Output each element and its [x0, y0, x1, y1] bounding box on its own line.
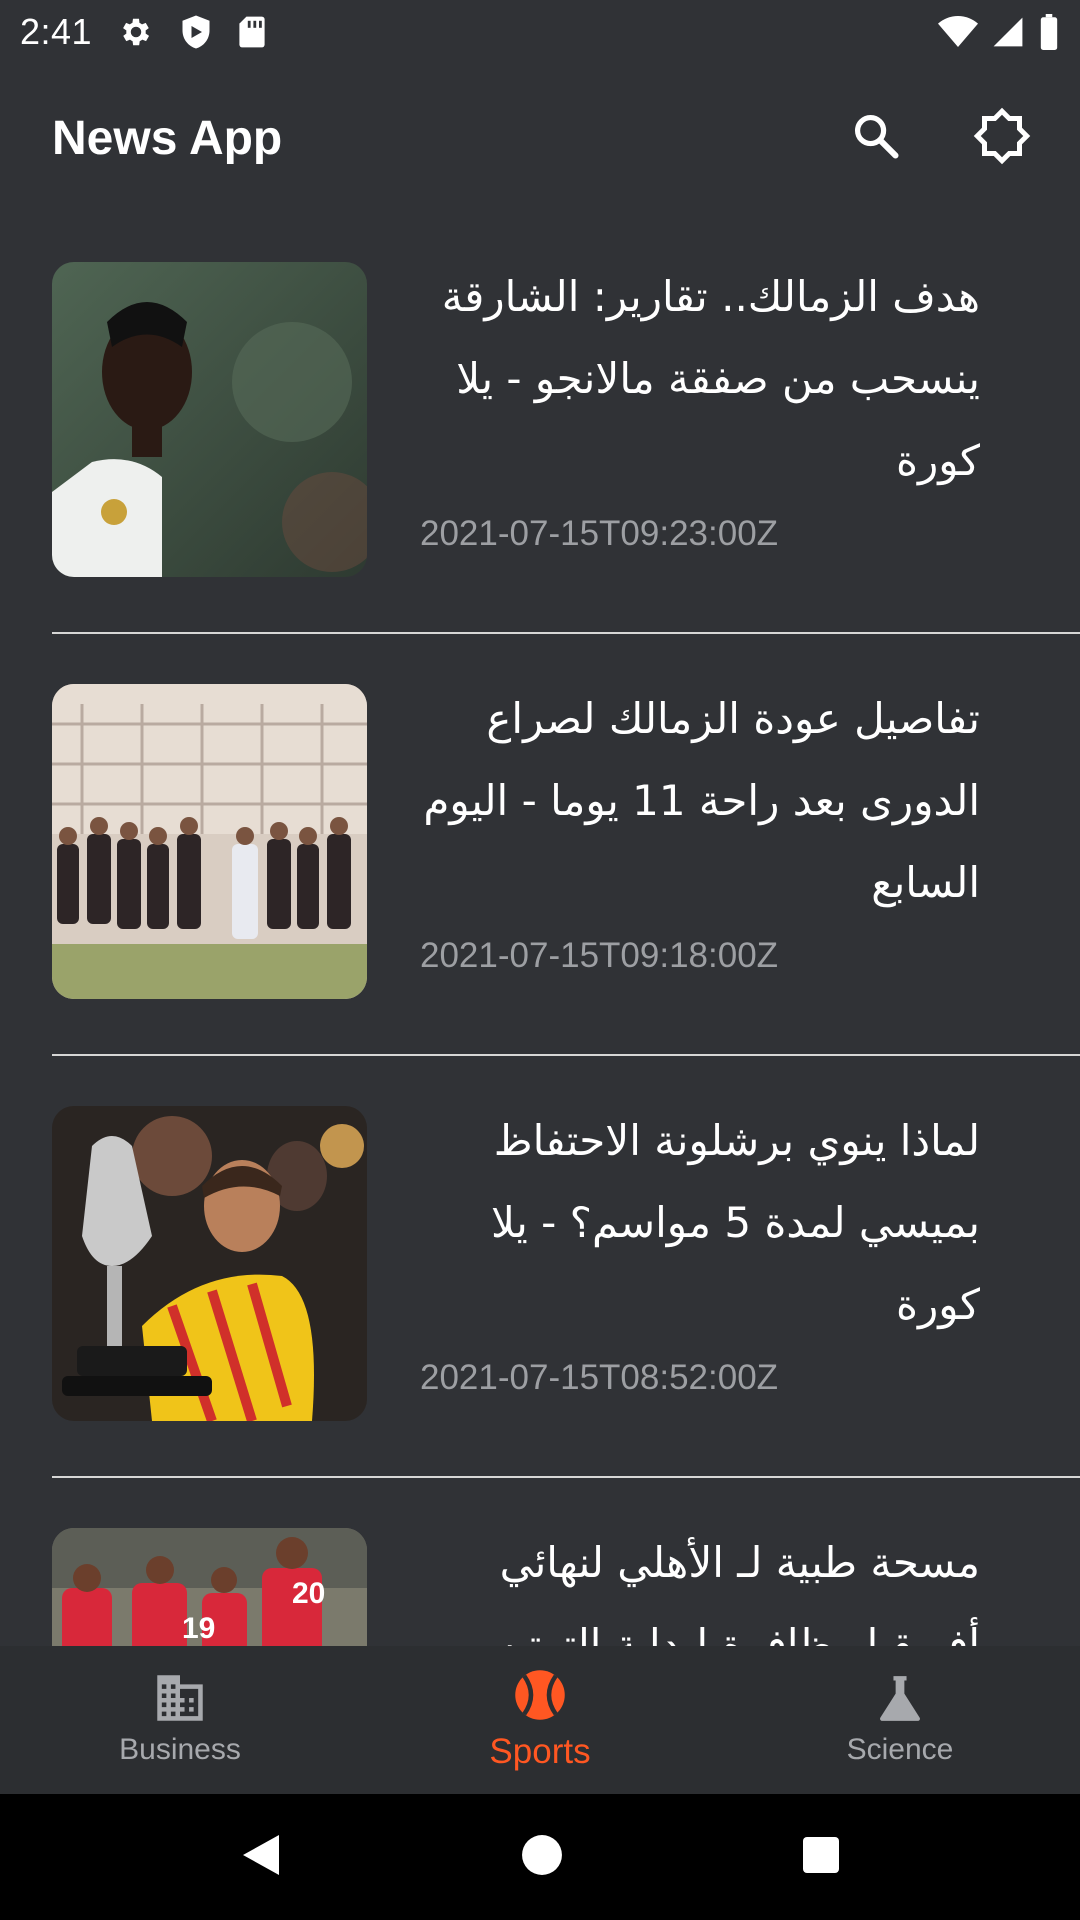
- nav-label-science: Science: [846, 1733, 954, 1766]
- article-thumbnail: [52, 1106, 367, 1421]
- article-item[interactable]: 19 20 مسحة طبية لـ الأهلي لنهائي أفريقيا …: [0, 1478, 1080, 1646]
- article-list[interactable]: هدف الزمالك.. تقارير: الشارقة ينسحب من ص…: [0, 212, 1080, 1646]
- status-bar: 2:41: [0, 0, 1080, 64]
- search-icon: [850, 110, 902, 166]
- nav-label-sports: Sports: [489, 1732, 591, 1771]
- article-thumbnail: 19 20: [52, 1528, 367, 1646]
- signal-icon: [992, 15, 1024, 49]
- article-item[interactable]: هدف الزمالك.. تقارير: الشارقة ينسحب من ص…: [0, 212, 1080, 634]
- article-thumbnail: [52, 684, 367, 999]
- brightness-icon: [972, 106, 1032, 170]
- shield-icon: [180, 14, 212, 50]
- article-headline: هدف الزمالك.. تقارير: الشارقة ينسحب من ص…: [441, 272, 980, 485]
- svg-text:20: 20: [292, 1577, 325, 1610]
- article-date: 2021-07-15T09:23:00Z: [420, 514, 779, 553]
- business-icon: [152, 1673, 208, 1727]
- bottom-navigation: Business Sports Science: [0, 1646, 1080, 1794]
- home-icon[interactable]: [521, 1834, 563, 1880]
- nav-label-business: Business: [119, 1733, 241, 1766]
- article-headline: لماذا ينوي برشلونة الاحتفاظ بميسي لمدة 5…: [491, 1116, 980, 1329]
- theme-toggle-button[interactable]: [964, 100, 1040, 176]
- sports-icon: [513, 1668, 567, 1726]
- nav-item-business[interactable]: Business: [0, 1646, 360, 1794]
- science-icon: [876, 1673, 924, 1727]
- article-item[interactable]: تفاصيل عودة الزمالك لصراع الدورى بعد راح…: [0, 634, 1080, 1056]
- recents-icon[interactable]: [801, 1835, 841, 1879]
- sd-card-icon: [238, 15, 266, 49]
- article-date: 2021-07-15T08:52:00Z: [420, 1358, 779, 1397]
- nav-item-science[interactable]: Science: [720, 1646, 1080, 1794]
- status-time: 2:41: [20, 11, 93, 52]
- article-headline: مسحة طبية لـ الأهلي لنهائي أفريقيا وظافر…: [475, 1538, 980, 1646]
- settings-icon: [118, 14, 154, 50]
- battery-icon: [1038, 14, 1060, 50]
- article-thumbnail: [52, 262, 367, 577]
- wifi-icon: [938, 15, 978, 49]
- system-navigation-bar: [0, 1794, 1080, 1920]
- app-bar: News App: [0, 64, 1080, 212]
- search-button[interactable]: [838, 100, 914, 176]
- svg-text:19: 19: [182, 1612, 215, 1645]
- nav-item-sports[interactable]: Sports: [360, 1646, 720, 1794]
- app-title: News App: [52, 111, 283, 165]
- back-icon[interactable]: [239, 1831, 283, 1883]
- article-item[interactable]: لماذا ينوي برشلونة الاحتفاظ بميسي لمدة 5…: [0, 1056, 1080, 1478]
- article-date: 2021-07-15T09:18:00Z: [420, 936, 779, 975]
- article-headline: تفاصيل عودة الزمالك لصراع الدورى بعد راح…: [423, 694, 980, 907]
